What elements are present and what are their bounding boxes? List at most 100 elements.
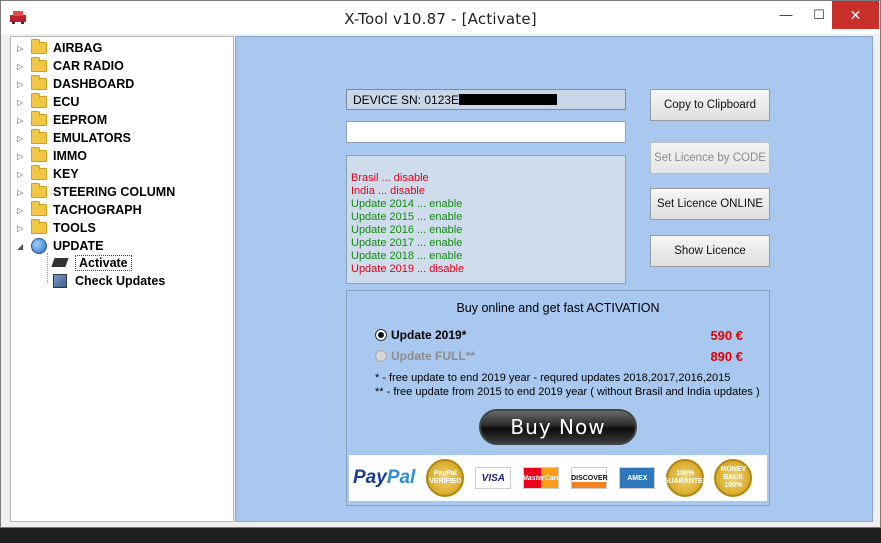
tree-item-key[interactable]: ▷ KEY bbox=[17, 165, 79, 183]
paypal-verified-seal-icon: PayPal VERIFIED bbox=[426, 459, 465, 497]
status-line: Update 2019 ... disable bbox=[351, 263, 465, 275]
offer-title: Buy online and get fast ACTIVATION bbox=[456, 301, 660, 315]
folder-icon bbox=[31, 183, 47, 198]
folder-icon bbox=[31, 201, 47, 216]
tree-item-ecu[interactable]: ▷ ECU bbox=[17, 93, 79, 111]
discover-card-icon: DISCOVER bbox=[571, 467, 608, 489]
payment-methods-strip: PayPal PayPal VERIFIED VISA MasterCard D… bbox=[349, 455, 767, 501]
copy-to-clipboard-button[interactable]: Copy to Clipboard bbox=[650, 89, 770, 121]
expand-arrow-icon[interactable]: ▷ bbox=[17, 188, 27, 197]
expand-arrow-icon[interactable]: ▷ bbox=[17, 98, 27, 107]
option-label: Update 2019* bbox=[391, 328, 467, 342]
buy-now-button[interactable]: Buy Now bbox=[479, 409, 637, 445]
expand-arrow-icon[interactable]: ▷ bbox=[17, 152, 27, 161]
tree-item-label: Check Updates bbox=[75, 273, 166, 288]
set-licence-online-button[interactable]: Set Licence ONLINE bbox=[650, 188, 770, 220]
status-line: Update 2017 ... enable bbox=[351, 237, 463, 249]
minimize-button[interactable]: — bbox=[771, 1, 801, 29]
tree-item-steering-column[interactable]: ▷ STEERING COLUMN bbox=[17, 183, 175, 201]
note-update-2019: * - free update to end 2019 year - requr… bbox=[375, 372, 731, 384]
tree-item-emulators[interactable]: ▷ EMULATORS bbox=[17, 129, 131, 147]
status-line: Update 2018 ... enable bbox=[351, 250, 463, 262]
chip-icon bbox=[51, 258, 69, 267]
activation-panel: DEVICE SN: 0123E Brasil ... disable Indi… bbox=[235, 36, 873, 522]
price-update-full: 890 € bbox=[710, 349, 743, 364]
money-back-seal-icon: MONEY BACK 100% bbox=[714, 459, 753, 497]
option-update-2019[interactable]: Update 2019* bbox=[375, 328, 466, 342]
update-status-list: Brasil ... disable India ... disable Upd… bbox=[346, 155, 626, 284]
folder-icon bbox=[31, 75, 47, 90]
status-line: Update 2014 ... enable bbox=[351, 198, 463, 210]
close-button[interactable]: ✕ bbox=[832, 1, 879, 29]
tree-item-label: DASHBOARD bbox=[53, 77, 135, 91]
menu-tree[interactable]: ▷ AIRBAG ▷ CAR RADIO ▷ DASHBOARD ▷ ECU ▷… bbox=[10, 36, 234, 522]
taskbar bbox=[0, 528, 881, 543]
expand-arrow-icon[interactable]: ▷ bbox=[17, 134, 27, 143]
expand-arrow-icon[interactable]: ▷ bbox=[17, 170, 27, 179]
buy-online-box: Buy online and get fast ACTIVATION Updat… bbox=[346, 290, 770, 506]
collapse-arrow-icon[interactable]: ◢ bbox=[17, 242, 27, 251]
redacted-serial bbox=[459, 94, 558, 105]
tree-item-label: AIRBAG bbox=[53, 41, 103, 55]
option-update-full[interactable]: Update FULL** bbox=[375, 349, 475, 363]
tree-item-label: STEERING COLUMN bbox=[53, 185, 176, 199]
set-licence-by-code-button[interactable]: Set Licence by CODE bbox=[650, 142, 770, 174]
folder-icon bbox=[31, 129, 47, 144]
tree-item-update[interactable]: ◢ UPDATE bbox=[17, 237, 103, 255]
tree-item-label: ECU bbox=[53, 95, 80, 109]
expand-arrow-icon[interactable]: ▷ bbox=[17, 116, 27, 125]
tree-item-car-radio[interactable]: ▷ CAR RADIO bbox=[17, 57, 124, 75]
status-line: Update 2016 ... enable bbox=[351, 224, 463, 236]
folder-icon bbox=[31, 93, 47, 108]
expand-arrow-icon[interactable]: ▷ bbox=[17, 206, 27, 215]
expand-arrow-icon[interactable]: ▷ bbox=[17, 224, 27, 233]
tree-item-label: Activate bbox=[75, 254, 132, 271]
price-update-2019: 590 € bbox=[710, 328, 743, 343]
tree-item-tachograph[interactable]: ▷ TACHOGRAPH bbox=[17, 201, 142, 219]
globe-icon bbox=[31, 238, 47, 254]
radio-unselected-icon[interactable] bbox=[375, 350, 387, 362]
folder-icon bbox=[31, 219, 47, 234]
guarantee-seal-icon: 100% GUARANTEE bbox=[663, 459, 708, 497]
licence-input[interactable] bbox=[346, 121, 626, 143]
tree-item-dashboard[interactable]: ▷ DASHBOARD bbox=[17, 75, 134, 93]
tree-item-airbag[interactable]: ▷ AIRBAG bbox=[17, 39, 102, 57]
option-label: Update FULL** bbox=[391, 349, 475, 363]
tree-item-activate[interactable]: Activate bbox=[51, 254, 132, 271]
window-title: X-Tool v10.87 - [Activate] bbox=[344, 10, 537, 28]
tree-item-label: IMMO bbox=[53, 149, 88, 163]
tree-item-label: CAR RADIO bbox=[53, 59, 124, 73]
update-box-icon bbox=[53, 273, 67, 288]
amex-card-icon: AMEX bbox=[619, 467, 656, 489]
tree-item-label: EEPROM bbox=[53, 113, 108, 127]
status-line: Brasil ... disable bbox=[351, 172, 429, 184]
tree-item-label: TOOLS bbox=[53, 221, 96, 235]
tree-item-label: EMULATORS bbox=[53, 131, 132, 145]
paypal-logo: PayPal bbox=[353, 467, 416, 488]
expand-arrow-icon[interactable]: ▷ bbox=[17, 62, 27, 71]
tree-item-tools[interactable]: ▷ TOOLS bbox=[17, 219, 96, 237]
maximize-button[interactable]: ☐ bbox=[804, 1, 834, 29]
mastercard-icon: MasterCard bbox=[522, 467, 561, 489]
visa-card-icon: VISA bbox=[475, 467, 512, 489]
radio-selected-icon[interactable] bbox=[375, 329, 387, 341]
folder-icon bbox=[31, 147, 47, 162]
tree-item-eeprom[interactable]: ▷ EEPROM bbox=[17, 111, 107, 129]
tree-item-label: UPDATE bbox=[53, 239, 104, 253]
tree-item-immo[interactable]: ▷ IMMO bbox=[17, 147, 87, 165]
tree-item-label: TACHOGRAPH bbox=[53, 203, 142, 217]
tree-item-label: KEY bbox=[53, 167, 79, 181]
title-bar[interactable]: X-Tool v10.87 - [Activate] — ☐ ✕ bbox=[1, 1, 880, 34]
folder-icon bbox=[31, 165, 47, 180]
tree-item-check-updates[interactable]: Check Updates bbox=[53, 272, 165, 289]
show-licence-button[interactable]: Show Licence bbox=[650, 235, 770, 267]
tree-connector bbox=[47, 253, 48, 283]
status-line: India ... disable bbox=[351, 185, 425, 197]
folder-icon bbox=[31, 57, 47, 72]
status-line: Update 2015 ... enable bbox=[351, 211, 463, 223]
note-update-full: ** - free update from 2015 to end 2019 y… bbox=[375, 386, 760, 398]
expand-arrow-icon[interactable]: ▷ bbox=[17, 80, 27, 89]
app-window: X-Tool v10.87 - [Activate] — ☐ ✕ ▷ AIRBA… bbox=[0, 0, 881, 528]
expand-arrow-icon[interactable]: ▷ bbox=[17, 44, 27, 53]
folder-icon bbox=[31, 39, 47, 54]
